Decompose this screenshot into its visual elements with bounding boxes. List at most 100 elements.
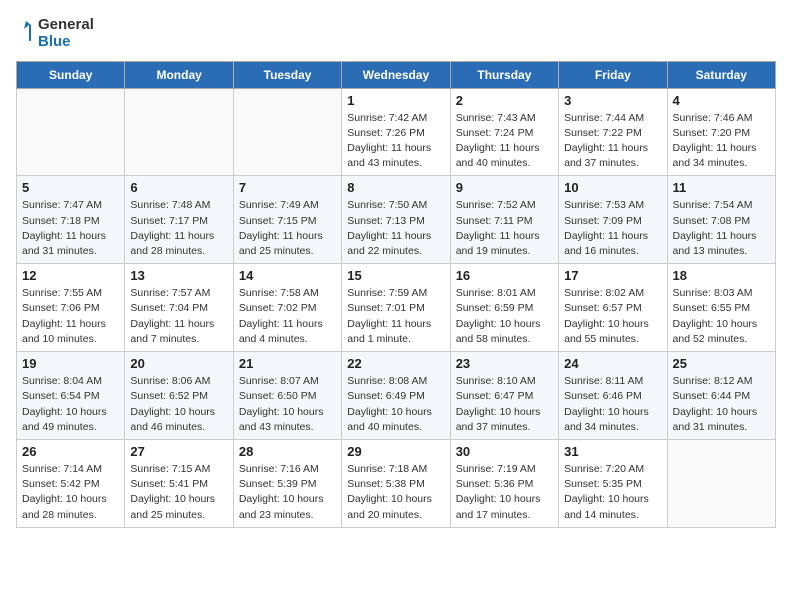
- day-number: 11: [673, 180, 770, 195]
- day-number: 30: [456, 444, 553, 459]
- day-info: Sunrise: 7:42 AMSunset: 7:26 PMDaylight:…: [347, 111, 444, 172]
- day-info: Sunrise: 8:01 AMSunset: 6:59 PMDaylight:…: [456, 286, 553, 347]
- calendar-cell: 13 Sunrise: 7:57 AMSunset: 7:04 PMDayligh…: [125, 264, 233, 352]
- day-info: Sunrise: 7:44 AMSunset: 7:22 PMDaylight:…: [564, 111, 661, 172]
- day-info: Sunrise: 7:15 AMSunset: 5:41 PMDaylight:…: [130, 462, 227, 523]
- calendar-cell: [233, 88, 341, 176]
- day-info: Sunrise: 7:48 AMSunset: 7:17 PMDaylight:…: [130, 198, 227, 259]
- day-number: 1: [347, 93, 444, 108]
- day-number: 23: [456, 356, 553, 371]
- weekday-header-tuesday: Tuesday: [233, 61, 341, 88]
- calendar-cell: 20 Sunrise: 8:06 AMSunset: 6:52 PMDayligh…: [125, 352, 233, 440]
- day-info: Sunrise: 7:57 AMSunset: 7:04 PMDaylight:…: [130, 286, 227, 347]
- day-info: Sunrise: 7:58 AMSunset: 7:02 PMDaylight:…: [239, 286, 336, 347]
- calendar-cell: 14 Sunrise: 7:58 AMSunset: 7:02 PMDayligh…: [233, 264, 341, 352]
- day-info: Sunrise: 7:47 AMSunset: 7:18 PMDaylight:…: [22, 198, 119, 259]
- calendar-cell: 28 Sunrise: 7:16 AMSunset: 5:39 PMDayligh…: [233, 440, 341, 528]
- day-number: 27: [130, 444, 227, 459]
- calendar-cell: 27 Sunrise: 7:15 AMSunset: 5:41 PMDayligh…: [125, 440, 233, 528]
- day-number: 4: [673, 93, 770, 108]
- calendar-week-3: 12 Sunrise: 7:55 AMSunset: 7:06 PMDayligh…: [17, 264, 776, 352]
- calendar-cell: [667, 440, 775, 528]
- day-number: 25: [673, 356, 770, 371]
- calendar-cell: 31 Sunrise: 7:20 AMSunset: 5:35 PMDayligh…: [559, 440, 667, 528]
- calendar-week-4: 19 Sunrise: 8:04 AMSunset: 6:54 PMDayligh…: [17, 352, 776, 440]
- day-number: 28: [239, 444, 336, 459]
- calendar-cell: 6 Sunrise: 7:48 AMSunset: 7:17 PMDaylight…: [125, 176, 233, 264]
- day-info: Sunrise: 7:14 AMSunset: 5:42 PMDaylight:…: [22, 462, 119, 523]
- day-info: Sunrise: 7:59 AMSunset: 7:01 PMDaylight:…: [347, 286, 444, 347]
- day-number: 26: [22, 444, 119, 459]
- day-info: Sunrise: 8:07 AMSunset: 6:50 PMDaylight:…: [239, 374, 336, 435]
- day-number: 2: [456, 93, 553, 108]
- logo-general-text: General: [38, 16, 94, 33]
- day-number: 22: [347, 356, 444, 371]
- day-info: Sunrise: 8:12 AMSunset: 6:44 PMDaylight:…: [673, 374, 770, 435]
- calendar-week-2: 5 Sunrise: 7:47 AMSunset: 7:18 PMDaylight…: [17, 176, 776, 264]
- day-number: 13: [130, 268, 227, 283]
- day-info: Sunrise: 7:46 AMSunset: 7:20 PMDaylight:…: [673, 111, 770, 172]
- calendar-cell: 5 Sunrise: 7:47 AMSunset: 7:18 PMDaylight…: [17, 176, 125, 264]
- weekday-header-wednesday: Wednesday: [342, 61, 450, 88]
- day-number: 6: [130, 180, 227, 195]
- day-number: 15: [347, 268, 444, 283]
- calendar-cell: 9Sunrise: 7:52 AMSunset: 7:11 PMDaylight…: [450, 176, 558, 264]
- day-info: Sunrise: 8:06 AMSunset: 6:52 PMDaylight:…: [130, 374, 227, 435]
- calendar-cell: 8Sunrise: 7:50 AMSunset: 7:13 PMDaylight…: [342, 176, 450, 264]
- day-number: 29: [347, 444, 444, 459]
- weekday-header-saturday: Saturday: [667, 61, 775, 88]
- day-info: Sunrise: 7:55 AMSunset: 7:06 PMDaylight:…: [22, 286, 119, 347]
- day-info: Sunrise: 7:49 AMSunset: 7:15 PMDaylight:…: [239, 198, 336, 259]
- calendar-cell: 21 Sunrise: 8:07 AMSunset: 6:50 PMDayligh…: [233, 352, 341, 440]
- day-info: Sunrise: 7:54 AMSunset: 7:08 PMDaylight:…: [673, 198, 770, 259]
- day-info: Sunrise: 7:18 AMSunset: 5:38 PMDaylight:…: [347, 462, 444, 523]
- calendar-cell: 23 Sunrise: 8:10 AMSunset: 6:47 PMDayligh…: [450, 352, 558, 440]
- logo-blue-text: Blue: [38, 33, 94, 50]
- day-number: 10: [564, 180, 661, 195]
- calendar-cell: 2 Sunrise: 7:43 AMSunset: 7:24 PMDaylight…: [450, 88, 558, 176]
- day-info: Sunrise: 8:10 AMSunset: 6:47 PMDaylight:…: [456, 374, 553, 435]
- calendar-cell: 18Sunrise: 8:03 AMSunset: 6:55 PMDayligh…: [667, 264, 775, 352]
- day-info: Sunrise: 7:20 AMSunset: 5:35 PMDaylight:…: [564, 462, 661, 523]
- logo-bird-icon: [16, 21, 36, 45]
- logo-wrap: General Blue: [16, 16, 94, 51]
- calendar-cell: 19 Sunrise: 8:04 AMSunset: 6:54 PMDayligh…: [17, 352, 125, 440]
- day-number: 21: [239, 356, 336, 371]
- day-number: 7: [239, 180, 336, 195]
- calendar-cell: 25 Sunrise: 8:12 AMSunset: 6:44 PMDayligh…: [667, 352, 775, 440]
- day-number: 5: [22, 180, 119, 195]
- day-info: Sunrise: 7:43 AMSunset: 7:24 PMDaylight:…: [456, 111, 553, 172]
- calendar-cell: 12 Sunrise: 7:55 AMSunset: 7:06 PMDayligh…: [17, 264, 125, 352]
- day-number: 19: [22, 356, 119, 371]
- day-info: Sunrise: 7:50 AMSunset: 7:13 PMDaylight:…: [347, 198, 444, 259]
- calendar-cell: 15 Sunrise: 7:59 AMSunset: 7:01 PMDayligh…: [342, 264, 450, 352]
- day-info: Sunrise: 7:53 AMSunset: 7:09 PMDaylight:…: [564, 198, 661, 259]
- day-number: 20: [130, 356, 227, 371]
- day-info: Sunrise: 8:03 AMSunset: 6:55 PMDaylight:…: [673, 286, 770, 347]
- page-header: General Blue: [16, 16, 776, 51]
- day-info: Sunrise: 8:04 AMSunset: 6:54 PMDaylight:…: [22, 374, 119, 435]
- calendar-cell: 7 Sunrise: 7:49 AMSunset: 7:15 PMDaylight…: [233, 176, 341, 264]
- calendar-cell: 17Sunrise: 8:02 AMSunset: 6:57 PMDayligh…: [559, 264, 667, 352]
- logo: General Blue: [16, 16, 94, 51]
- weekday-header-monday: Monday: [125, 61, 233, 88]
- calendar-cell: 26 Sunrise: 7:14 AMSunset: 5:42 PMDayligh…: [17, 440, 125, 528]
- calendar-cell: [125, 88, 233, 176]
- calendar-body: 1 Sunrise: 7:42 AMSunset: 7:26 PMDaylight…: [17, 88, 776, 527]
- day-info: Sunrise: 8:08 AMSunset: 6:49 PMDaylight:…: [347, 374, 444, 435]
- calendar-cell: 22 Sunrise: 8:08 AMSunset: 6:49 PMDayligh…: [342, 352, 450, 440]
- weekday-header-friday: Friday: [559, 61, 667, 88]
- calendar-cell: 11 Sunrise: 7:54 AMSunset: 7:08 PMDayligh…: [667, 176, 775, 264]
- weekday-header-thursday: Thursday: [450, 61, 558, 88]
- day-number: 14: [239, 268, 336, 283]
- weekday-header-row: SundayMondayTuesdayWednesdayThursdayFrid…: [17, 61, 776, 88]
- day-info: Sunrise: 7:16 AMSunset: 5:39 PMDaylight:…: [239, 462, 336, 523]
- weekday-header-sunday: Sunday: [17, 61, 125, 88]
- calendar-cell: 1 Sunrise: 7:42 AMSunset: 7:26 PMDaylight…: [342, 88, 450, 176]
- calendar-cell: 29 Sunrise: 7:18 AMSunset: 5:38 PMDayligh…: [342, 440, 450, 528]
- calendar-week-5: 26 Sunrise: 7:14 AMSunset: 5:42 PMDayligh…: [17, 440, 776, 528]
- day-number: 12: [22, 268, 119, 283]
- day-number: 31: [564, 444, 661, 459]
- day-number: 9: [456, 180, 553, 195]
- calendar-cell: 10 Sunrise: 7:53 AMSunset: 7:09 PMDayligh…: [559, 176, 667, 264]
